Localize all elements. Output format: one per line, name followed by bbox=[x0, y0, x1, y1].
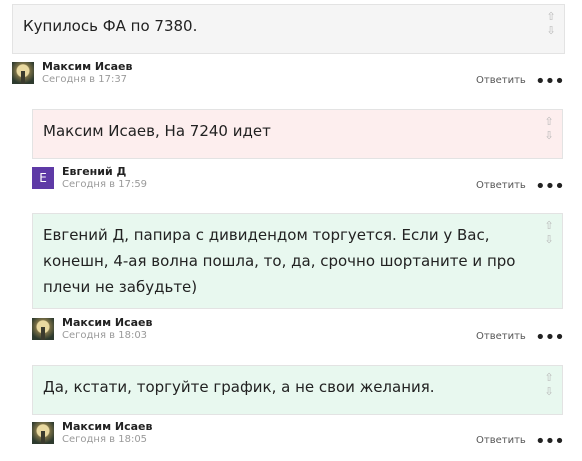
upvote-icon[interactable]: ⇧ bbox=[544, 372, 553, 384]
author-name[interactable]: Максим Исаев bbox=[62, 316, 152, 329]
comment-date: Сегодня в 18:03 bbox=[62, 330, 148, 341]
comment-meta-1: Максим Исаев Сегодня в 17:37 Ответить ••… bbox=[12, 60, 567, 92]
more-options-button[interactable]: ••• bbox=[535, 178, 565, 196]
author-name[interactable]: Максим Исаев bbox=[42, 60, 132, 73]
comment-meta-3: Максим Исаев Сегодня в 18:03 Ответить ••… bbox=[32, 316, 567, 348]
reply-button[interactable]: Ответить bbox=[476, 75, 526, 86]
comment-date: Сегодня в 17:37 bbox=[42, 74, 128, 85]
downvote-icon[interactable]: ⇩ bbox=[544, 130, 553, 142]
avatar[interactable]: Е bbox=[32, 167, 54, 189]
upvote-icon[interactable]: ⇧ bbox=[546, 11, 555, 23]
comment-body-3: Евгений Д, папира с дивидендом торгуется… bbox=[32, 213, 563, 309]
reply-button[interactable]: Ответить bbox=[476, 180, 526, 191]
more-options-button[interactable]: ••• bbox=[535, 433, 565, 451]
comment-text: Да, кстати, торгуйте график, а не свои ж… bbox=[43, 378, 435, 396]
vote-controls: ⇧ ⇩ bbox=[544, 11, 558, 37]
comment-text: Купилось ФА по 7380. bbox=[23, 17, 198, 35]
downvote-icon[interactable]: ⇩ bbox=[546, 25, 555, 37]
author-name[interactable]: Максим Исаев bbox=[62, 420, 152, 433]
upvote-icon[interactable]: ⇧ bbox=[544, 116, 553, 128]
comment-body-1: Купилось ФА по 7380. ⇧ ⇩ bbox=[12, 4, 565, 54]
vote-controls: ⇧ ⇩ bbox=[542, 220, 556, 246]
more-options-button[interactable]: ••• bbox=[535, 73, 565, 91]
comment-meta-4: Максим Исаев Сегодня в 18:05 Ответить ••… bbox=[32, 420, 567, 452]
avatar[interactable] bbox=[32, 422, 54, 444]
comment-date: Сегодня в 18:05 bbox=[62, 434, 148, 445]
comment-text: Максим Исаев, На 7240 идет bbox=[43, 122, 271, 140]
avatar[interactable] bbox=[12, 62, 34, 84]
comment-date: Сегодня в 17:59 bbox=[62, 179, 148, 190]
comment-meta-2: Е Евгений Д Сегодня в 17:59 Ответить ••• bbox=[32, 165, 567, 197]
downvote-icon[interactable]: ⇩ bbox=[544, 386, 553, 398]
more-options-button[interactable]: ••• bbox=[535, 329, 565, 347]
comment-body-4: Да, кстати, торгуйте график, а не свои ж… bbox=[32, 365, 563, 415]
vote-controls: ⇧ ⇩ bbox=[542, 372, 556, 398]
downvote-icon[interactable]: ⇩ bbox=[544, 234, 553, 246]
upvote-icon[interactable]: ⇧ bbox=[544, 220, 553, 232]
comment-text: Евгений Д, папира с дивидендом торгуется… bbox=[43, 226, 516, 296]
vote-controls: ⇧ ⇩ bbox=[542, 116, 556, 142]
reply-button[interactable]: Ответить bbox=[476, 435, 526, 446]
author-name[interactable]: Евгений Д bbox=[62, 165, 126, 178]
comment-body-2: Максим Исаев, На 7240 идет ⇧ ⇩ bbox=[32, 109, 563, 159]
reply-button[interactable]: Ответить bbox=[476, 331, 526, 342]
avatar[interactable] bbox=[32, 318, 54, 340]
